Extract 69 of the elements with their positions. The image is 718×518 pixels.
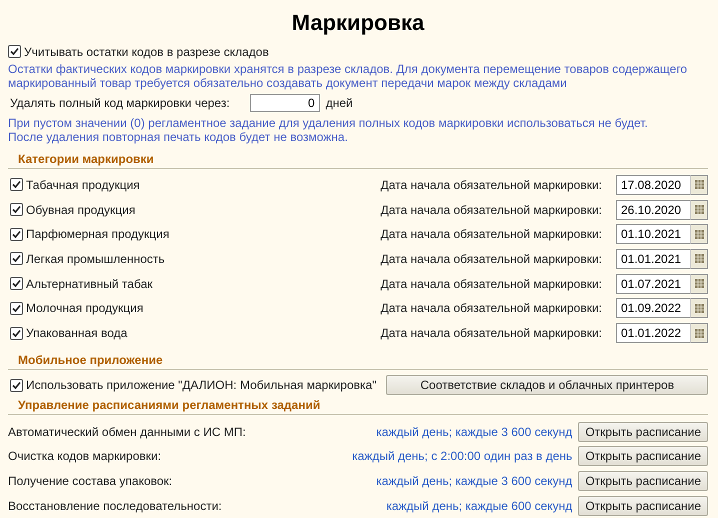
calendar-button[interactable] <box>690 248 708 269</box>
calendar-icon <box>694 230 704 239</box>
date-field[interactable]: 17.08.2020 <box>616 174 690 195</box>
checkbox[interactable] <box>10 178 23 192</box>
calendar-icon <box>694 180 704 190</box>
calendar-icon <box>694 205 704 214</box>
checkbox[interactable] <box>10 228 23 241</box>
page-title: Маркировка <box>292 9 424 37</box>
checkbox-label[interactable]: Табачная продукция <box>26 178 140 192</box>
date-label: Дата начала обязательной маркировки: <box>380 301 602 316</box>
info-note: При пустом значении (0) регламентное задание для удаления полных кодов маркировки использоваться не будет. <box>8 116 649 130</box>
checkbox-label[interactable]: Упакованная вода <box>26 326 128 340</box>
calendar-icon <box>694 279 704 288</box>
checkbox[interactable] <box>8 45 21 58</box>
date-field[interactable]: 01.07.2021 <box>616 274 690 294</box>
section-heading: Управление расписаниями регламентных заданий <box>8 396 708 416</box>
calendar-icon <box>694 328 704 338</box>
calendar-icon <box>694 304 704 313</box>
field-label: Удалять полный код маркировки через: <box>10 96 230 110</box>
date-label: Дата начала обязательной маркировки: <box>380 252 602 266</box>
open-schedule-button[interactable]: Открыть расписание <box>578 496 708 516</box>
task-label: Автоматический обмен данными с ИС МП: <box>8 424 246 438</box>
checkbox-label[interactable]: Альтернативный табак <box>26 276 152 291</box>
schedule-link[interactable]: каждый день; каждые 600 секунд <box>386 498 572 513</box>
date-label: Дата начала обязательной маркировки: <box>380 178 602 192</box>
info-note: Остатки фактических кодов маркировки хранятся в разрезе складов. Для документа перемещение товаров содержащего маркированный товар требуется обязательно создавать документ передачи марок между складами <box>8 62 688 90</box>
calendar-button[interactable] <box>690 174 708 195</box>
schedule-link[interactable]: каждый день; с 2:00:00 один раз в день <box>352 449 572 464</box>
checkbox[interactable] <box>10 252 23 266</box>
info-note: После удаления повторная печать кодов будет не возможна. <box>8 130 349 144</box>
checkbox-label[interactable]: Легкая промышленность <box>26 252 165 266</box>
section-heading: Категории маркировки <box>8 144 708 168</box>
open-schedule-button[interactable]: Открыть расписание <box>578 422 708 442</box>
date-field[interactable]: 01.01.2022 <box>616 323 690 344</box>
date-label: Дата начала обязательной маркировки: <box>380 276 602 291</box>
checkbox-label[interactable]: Парфюмерная продукция <box>26 227 170 242</box>
checkbox-label[interactable]: Молочная продукция <box>26 301 144 316</box>
task-label: Восстановление последовательности: <box>8 498 222 513</box>
date-field[interactable]: 01.01.2021 <box>616 248 690 269</box>
calendar-button[interactable] <box>690 200 708 220</box>
checkbox[interactable] <box>10 378 23 392</box>
checkbox[interactable] <box>10 203 23 216</box>
task-label: Получение состава упаковок: <box>8 474 172 488</box>
schedule-link[interactable]: каждый день; каждые 3 600 секунд <box>376 474 572 488</box>
warehouse-printers-button[interactable]: Соответствие складов и облачных принтеров <box>386 375 708 396</box>
calendar-button[interactable] <box>690 323 708 344</box>
calendar-button[interactable] <box>690 224 708 244</box>
checkbox-label[interactable]: Обувная продукция <box>26 202 136 217</box>
checkbox-label[interactable]: Учитывать остатки кодов в разрезе складов <box>24 44 269 59</box>
checkbox-label[interactable]: Использовать приложение "ДАЛИОН: Мобильная маркировка" <box>26 378 376 392</box>
date-field[interactable]: 01.09.2022 <box>616 298 690 318</box>
checkbox[interactable] <box>10 326 23 340</box>
date-field[interactable]: 01.10.2021 <box>616 224 690 244</box>
open-schedule-button[interactable]: Открыть расписание <box>578 470 708 491</box>
checkbox[interactable] <box>10 302 23 315</box>
calendar-button[interactable] <box>690 298 708 318</box>
date-label: Дата начала обязательной маркировки: <box>380 326 602 340</box>
date-label: Дата начала обязательной маркировки: <box>380 202 602 217</box>
calendar-button[interactable] <box>690 274 708 294</box>
task-label: Очистка кодов маркировки: <box>8 449 162 464</box>
days-field[interactable]: 0 <box>250 94 320 112</box>
open-schedule-button[interactable]: Открыть расписание <box>578 446 708 466</box>
unit-label: дней <box>326 96 353 110</box>
date-label: Дата начала обязательной маркировки: <box>380 227 602 242</box>
calendar-icon <box>694 254 704 264</box>
checkbox[interactable] <box>10 277 23 290</box>
date-field[interactable]: 26.10.2020 <box>616 200 690 220</box>
schedule-link[interactable]: каждый день; каждые 3 600 секунд <box>376 424 572 438</box>
section-heading: Мобильное приложение <box>8 345 708 370</box>
